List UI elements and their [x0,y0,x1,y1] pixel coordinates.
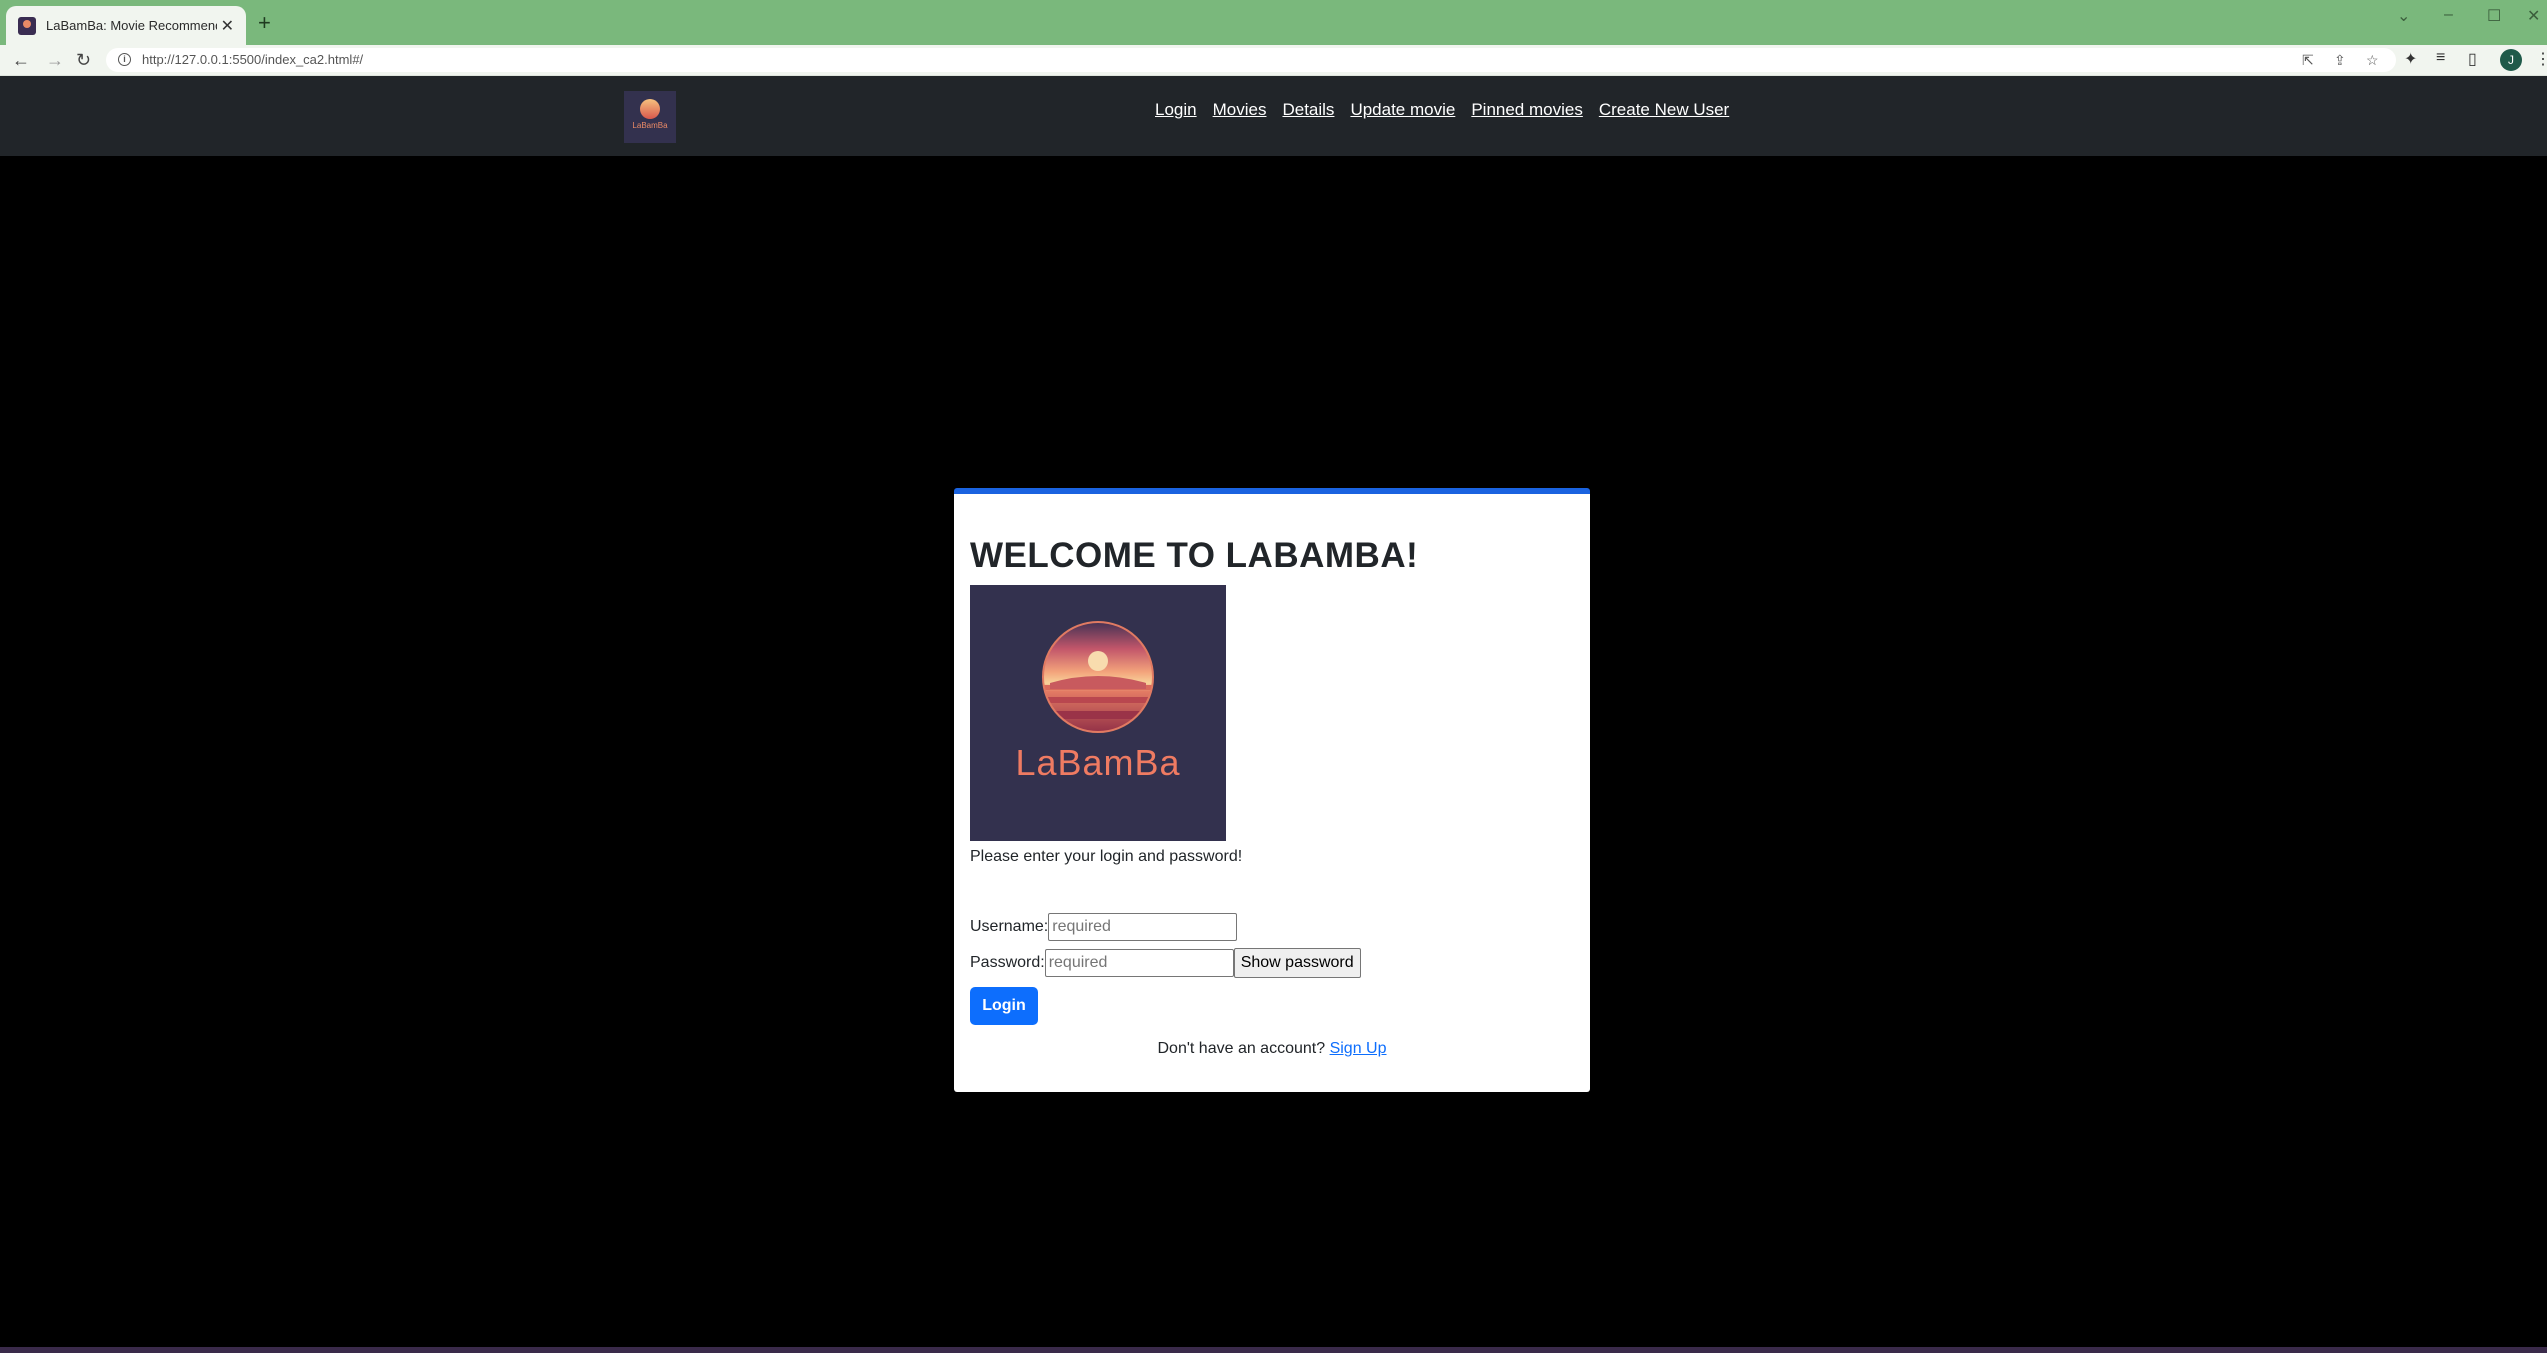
nav-link-movies[interactable]: Movies [1213,100,1267,120]
favicon-icon [18,16,36,35]
login-button[interactable]: Login [970,987,1038,1025]
login-prompt: Please enter your login and password! [970,848,1243,865]
hero-logo-text: LaBamBa [1015,742,1181,783]
url-text: http://127.0.0.1:5500/index_ca2.html#/ [142,52,364,67]
password-row: Password: Show password [970,948,1361,978]
signup-line: Don't have an account? Sign Up [954,1040,1590,1058]
signup-prompt: Don't have an account? [1157,1040,1326,1057]
brand-logo-text: LaBamBa [632,121,668,130]
tab-title: LaBamBa: Movie Recommender [46,18,217,33]
window-close-icon[interactable]: ✕ [2527,6,2540,26]
side-panel-icon[interactable]: ▯ [2468,49,2477,69]
reading-list-icon[interactable]: ≡ [2436,49,2445,67]
share-icon[interactable]: ⇪ [2334,48,2346,72]
signup-link[interactable]: Sign Up [1330,1040,1387,1057]
hero-logo: LaBamBa [970,585,1226,841]
password-label: Password: [970,954,1045,971]
new-tab-button[interactable]: + [258,10,271,36]
login-card: WELCOME TO LABAMBA! LaBamBa Please enter… [954,488,1590,1092]
profile-avatar[interactable]: J [2500,49,2522,71]
open-external-icon[interactable]: ⇱ [2302,48,2314,72]
site-navbar: LaBamBa Login Movies Details Update movi… [0,76,2547,156]
nav-link-create-new-user[interactable]: Create New User [1599,100,1729,120]
browser-tabstrip: LaBamBa: Movie Recommender ✕ + ⌄ – ☐ ✕ [0,0,2547,45]
show-password-button[interactable]: Show password [1233,948,1361,978]
nav-link-details[interactable]: Details [1282,100,1334,120]
minimize-icon[interactable]: – [2444,6,2453,24]
brand-logo[interactable]: LaBamBa [624,91,676,143]
close-icon[interactable]: ✕ [221,16,234,36]
browser-tab[interactable]: LaBamBa: Movie Recommender ✕ [6,6,246,45]
username-row: Username: [970,913,1238,941]
password-input[interactable] [1044,949,1234,977]
nav-link-pinned-movies[interactable]: Pinned movies [1471,100,1583,120]
menu-icon[interactable]: ⋮ [2535,49,2547,69]
sun-icon [640,99,660,119]
extensions-icon[interactable]: ✦ [2404,49,2417,69]
star-icon[interactable]: ☆ [2366,48,2379,72]
browser-toolbar: ← → ↻ i http://127.0.0.1:5500/index_ca2.… [0,45,2547,76]
forward-icon[interactable]: → [46,48,64,72]
nav-link-update-movie[interactable]: Update movie [1350,100,1455,120]
maximize-icon[interactable]: ☐ [2487,6,2501,26]
chevron-down-icon[interactable]: ⌄ [2397,6,2410,26]
username-input[interactable] [1048,913,1238,941]
nav-links: Login Movies Details Update movie Pinned… [1155,100,1729,120]
nav-link-login[interactable]: Login [1155,100,1197,120]
address-bar[interactable]: i http://127.0.0.1:5500/index_ca2.html#/… [106,48,2396,72]
status-strip [0,1347,2547,1353]
back-icon[interactable]: ← [12,48,30,72]
sunset-icon [1042,621,1154,733]
page-title: WELCOME TO LABAMBA! [970,536,1419,575]
reload-icon[interactable]: ↻ [76,48,91,72]
username-label: Username: [970,918,1049,935]
info-icon[interactable]: i [118,53,131,66]
